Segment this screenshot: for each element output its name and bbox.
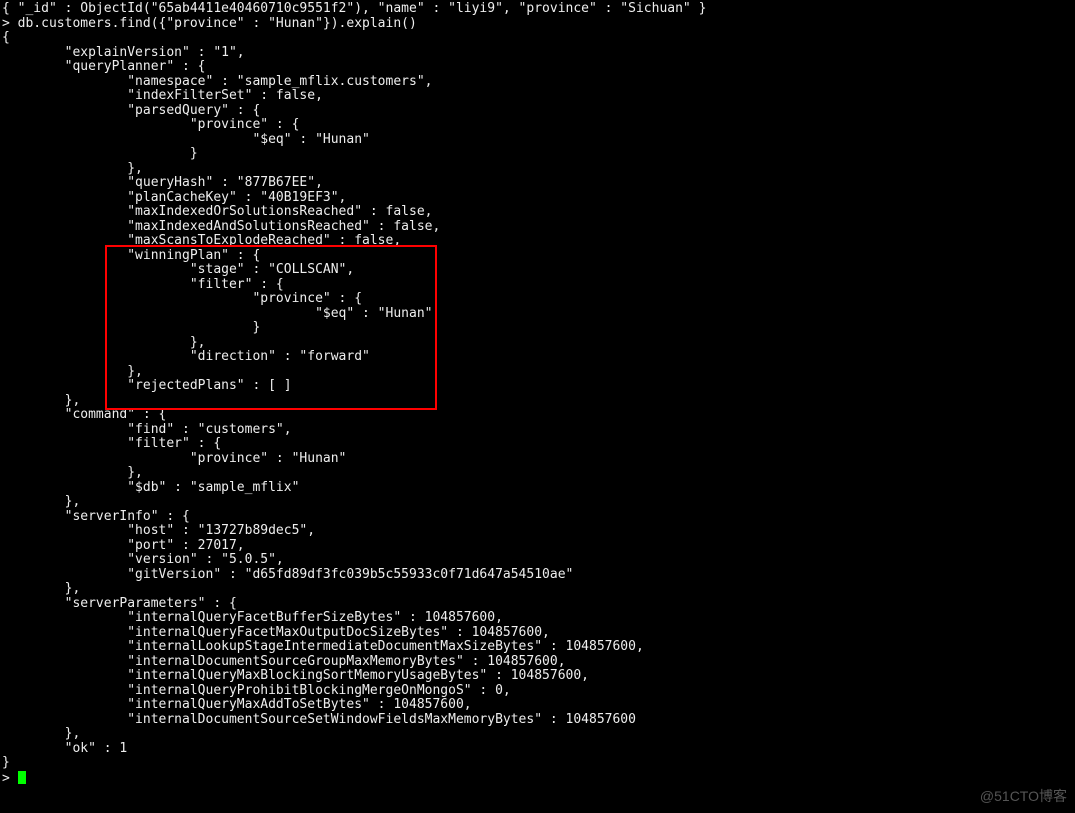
terminal-line: "namespace" : "sample_mflix.customers", xyxy=(2,74,432,89)
terminal-line: "winningPlan" : { xyxy=(2,248,260,263)
terminal-line: { xyxy=(2,30,10,45)
terminal-line: "planCacheKey" : "40B19EF3", xyxy=(2,190,346,205)
terminal-line: }, xyxy=(2,726,80,741)
terminal-line: }, xyxy=(2,364,143,379)
terminal-line: } xyxy=(2,320,260,335)
terminal-line: } xyxy=(2,146,198,161)
terminal-line: "indexFilterSet" : false, xyxy=(2,88,323,103)
terminal-line: "find" : "customers", xyxy=(2,422,292,437)
terminal-line: "internalQueryFacetMaxOutputDocSizeBytes… xyxy=(2,625,550,640)
terminal-line: "explainVersion" : "1", xyxy=(2,45,245,60)
terminal-line: }, xyxy=(2,581,80,596)
terminal-line: "filter" : { xyxy=(2,277,284,292)
terminal-line: "rejectedPlans" : [ ] xyxy=(2,378,292,393)
terminal-line: "internalLookupStageIntermediateDocument… xyxy=(2,639,644,654)
terminal-line: } xyxy=(2,755,10,770)
terminal-line: "gitVersion" : "d65fd89df3fc039b5c55933c… xyxy=(2,567,573,582)
terminal-line: "parsedQuery" : { xyxy=(2,103,260,118)
terminal-line: }, xyxy=(2,161,143,176)
terminal-line: "queryHash" : "877B67EE", xyxy=(2,175,323,190)
terminal-line: }, xyxy=(2,494,80,509)
terminal-line: "serverParameters" : { xyxy=(2,596,237,611)
watermark: @51CTO博客 xyxy=(980,789,1067,804)
cursor xyxy=(18,771,26,784)
terminal-line: }, xyxy=(2,393,80,408)
terminal-line: "version" : "5.0.5", xyxy=(2,552,284,567)
terminal-line: { "_id" : ObjectId("65ab4411e40460710c95… xyxy=(2,1,706,16)
terminal-output[interactable]: { "_id" : ObjectId("65ab4411e40460710c95… xyxy=(0,0,1075,786)
terminal-line: "internalQueryFacetBufferSizeBytes" : 10… xyxy=(2,610,503,625)
terminal-line: "$db" : "sample_mflix" xyxy=(2,480,299,495)
terminal-line: "ok" : 1 xyxy=(2,741,127,756)
terminal-line: "serverInfo" : { xyxy=(2,509,190,524)
terminal-line: > xyxy=(2,771,18,786)
terminal-line: "maxIndexedOrSolutionsReached" : false, xyxy=(2,204,432,219)
terminal-line: "port" : 27017, xyxy=(2,538,245,553)
terminal-line: "queryPlanner" : { xyxy=(2,59,206,74)
terminal-line: "internalDocumentSourceGroupMaxMemoryByt… xyxy=(2,654,566,669)
terminal-line: "internalQueryMaxBlockingSortMemoryUsage… xyxy=(2,668,589,683)
terminal-line: "maxIndexedAndSolutionsReached" : false, xyxy=(2,219,440,234)
terminal-line: "$eq" : "Hunan" xyxy=(2,306,432,321)
terminal-line: "direction" : "forward" xyxy=(2,349,370,364)
terminal-line: "command" : { xyxy=(2,407,166,422)
terminal-line: > db.customers.find({"province" : "Hunan… xyxy=(2,16,417,31)
terminal-line: "province" : { xyxy=(2,117,299,132)
terminal-line: "maxScansToExplodeReached" : false, xyxy=(2,233,401,248)
terminal-line: "stage" : "COLLSCAN", xyxy=(2,262,354,277)
terminal-line: "$eq" : "Hunan" xyxy=(2,132,370,147)
terminal-line: "internalQueryProhibitBlockingMergeOnMon… xyxy=(2,683,511,698)
terminal-line: "province" : "Hunan" xyxy=(2,451,346,466)
terminal-line: "internalDocumentSourceSetWindowFieldsMa… xyxy=(2,712,636,727)
terminal-line: }, xyxy=(2,465,143,480)
terminal-line: "host" : "13727b89dec5", xyxy=(2,523,315,538)
terminal-line: "filter" : { xyxy=(2,436,221,451)
terminal-line: }, xyxy=(2,335,206,350)
terminal-line: "province" : { xyxy=(2,291,362,306)
terminal-line: "internalQueryMaxAddToSetBytes" : 104857… xyxy=(2,697,472,712)
